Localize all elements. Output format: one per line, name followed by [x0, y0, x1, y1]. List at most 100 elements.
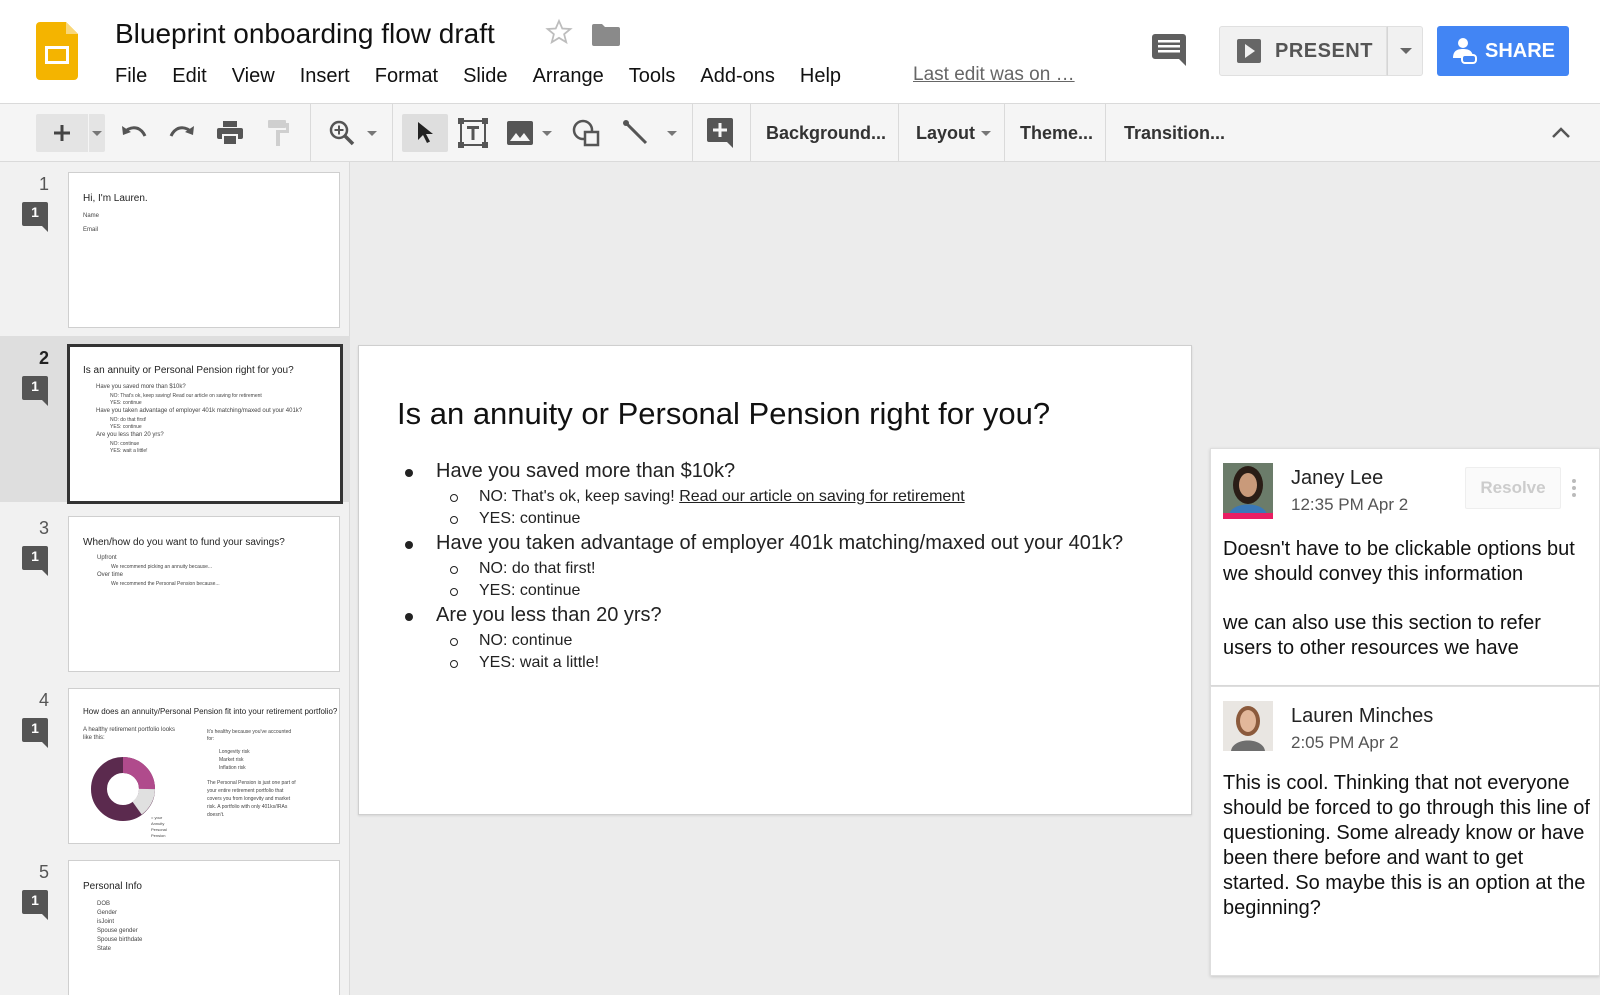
- slide-answer[interactable]: NO: continue: [449, 632, 572, 650]
- comment-count: 1: [31, 892, 39, 908]
- star-icon[interactable]: [545, 18, 573, 46]
- transition-button[interactable]: Transition...: [1124, 104, 1225, 162]
- background-button[interactable]: Background...: [766, 104, 886, 162]
- zoom-dropdown[interactable]: [364, 114, 380, 152]
- slide-thumbnail[interactable]: Is an annuity or Personal Pension right …: [67, 344, 343, 504]
- thumb-line: NO: That's ok, keep saving! Read our art…: [110, 393, 262, 399]
- slide-comment-badge[interactable]: 1: [22, 202, 48, 232]
- last-edit-link[interactable]: Last edit was on …: [913, 64, 1075, 86]
- slide-question[interactable]: Are you less than 20 yrs?: [405, 604, 662, 627]
- slide-answer[interactable]: YES: wait a little!: [449, 654, 599, 672]
- slide-thumbnail-row[interactable]: 2 1 Is an annuity or Personal Pension ri…: [0, 336, 350, 504]
- print-button[interactable]: [212, 114, 248, 152]
- undo-button[interactable]: [116, 114, 152, 152]
- thumb-line: Have you saved more than $10k?: [96, 384, 186, 390]
- thumb-line: Over time: [97, 572, 124, 578]
- thumb-line: Upfront: [97, 555, 117, 561]
- slide-thumbnail[interactable]: When/how do you want to fund your saving…: [68, 516, 340, 672]
- slide-thumbnail[interactable]: Personal Info DOB Gender isJoint Spouse …: [68, 860, 340, 995]
- slide-comment-badge[interactable]: 1: [22, 890, 48, 920]
- slide-thumbnail-row[interactable]: 1 1 Hi, I'm Lauren. Name Email: [0, 162, 350, 328]
- layout-button[interactable]: Layout: [916, 104, 992, 162]
- zoom-button[interactable]: [324, 114, 360, 152]
- text-box-icon: [458, 118, 488, 148]
- share-button[interactable]: SHARE: [1437, 26, 1569, 76]
- thumb-line: We recommend picking an annuity because.…: [111, 564, 213, 570]
- redo-icon: [169, 126, 194, 137]
- collapse-toolbar-button[interactable]: [1546, 114, 1576, 152]
- slide-answer[interactable]: NO: That's ok, keep saving! Read our art…: [450, 488, 965, 506]
- menu-tools[interactable]: Tools: [629, 65, 676, 88]
- comment-card[interactable]: Janey Lee 12:35 PM Apr 2 Resolve Doesn't…: [1210, 448, 1600, 686]
- present-button[interactable]: PRESENT: [1219, 26, 1387, 76]
- shape-icon: [572, 119, 600, 147]
- menu-arrange[interactable]: Arrange: [533, 65, 604, 88]
- thumb-line: Inflation risk: [219, 765, 246, 771]
- thumb-line: Are you less than 20 yrs?: [96, 432, 164, 438]
- slide-thumbnail[interactable]: Hi, I'm Lauren. Name Email: [68, 172, 340, 328]
- select-tool-button[interactable]: [402, 114, 448, 152]
- theme-button[interactable]: Theme...: [1020, 104, 1093, 162]
- comment-body: Doesn't have to be clickable options but…: [1223, 538, 1575, 585]
- current-slide[interactable]: Is an annuity or Personal Pension right …: [358, 345, 1192, 815]
- slide-number: 2: [38, 348, 49, 368]
- thumb-line: doesn't.: [207, 812, 225, 818]
- thumb-line: for:: [207, 736, 215, 742]
- chevron-down-icon: [1400, 48, 1412, 54]
- thumb-title: When/how do you want to fund your saving…: [83, 537, 285, 548]
- shape-button[interactable]: [568, 114, 604, 152]
- line-dropdown[interactable]: [664, 114, 680, 152]
- retirement-article-link[interactable]: Read our article on saving for retiremen…: [679, 488, 964, 505]
- comment-card[interactable]: Lauren Minches 2:05 PM Apr 2 This is coo…: [1210, 686, 1600, 976]
- chevron-down-icon: [542, 130, 552, 136]
- thumb-line: = your: [151, 815, 163, 820]
- comment-author: Lauren Minches: [1291, 705, 1434, 727]
- menu-bar: File Edit View Insert Format Slide Arran…: [115, 62, 866, 90]
- thumb-line: isJoint: [97, 919, 115, 925]
- undo-icon: [122, 126, 147, 137]
- slide-number: 3: [38, 518, 49, 538]
- slide-thumbnail[interactable]: How does an annuity/Personal Pension fit…: [68, 688, 340, 844]
- slide-answer[interactable]: YES: continue: [449, 582, 580, 600]
- menu-file[interactable]: File: [115, 65, 147, 88]
- menu-slide[interactable]: Slide: [463, 65, 507, 88]
- new-slide-layout-dropdown[interactable]: [89, 114, 105, 152]
- slide-comment-badge[interactable]: 1: [22, 718, 48, 748]
- new-slide-button[interactable]: [36, 114, 88, 152]
- slide-answer[interactable]: NO: do that first!: [449, 560, 595, 578]
- comments-icon[interactable]: [1152, 34, 1186, 66]
- line-icon: [623, 120, 648, 145]
- redo-button[interactable]: [164, 114, 200, 152]
- resolve-button[interactable]: Resolve: [1465, 467, 1561, 509]
- folder-icon[interactable]: [592, 24, 620, 46]
- line-button[interactable]: [618, 114, 654, 152]
- text-box-button[interactable]: [455, 114, 491, 152]
- slide-thumbnail-row[interactable]: 5 1 Personal Info DOB Gender isJoint Spo…: [0, 850, 350, 995]
- menu-edit[interactable]: Edit: [172, 65, 206, 88]
- slide-comment-badge[interactable]: 1: [22, 376, 48, 406]
- comment-count: 1: [31, 720, 39, 736]
- slides-logo-icon[interactable]: [36, 22, 78, 80]
- document-title[interactable]: Blueprint onboarding flow draft: [115, 18, 495, 50]
- menu-addons[interactable]: Add-ons: [700, 65, 775, 88]
- app-header: Blueprint onboarding flow draft File Edi…: [0, 0, 1600, 104]
- more-options-icon[interactable]: [1571, 479, 1577, 501]
- slide-thumbnail-row[interactable]: 3 1 When/how do you want to fund your sa…: [0, 506, 350, 672]
- slide-question[interactable]: Have you taken advantage of employer 401…: [404, 532, 1123, 555]
- print-icon: [217, 121, 243, 145]
- present-options-dropdown[interactable]: [1387, 26, 1423, 76]
- slide-thumbnail-row[interactable]: 4 1 How does an annuity/Personal Pension…: [0, 678, 350, 844]
- menu-insert[interactable]: Insert: [300, 65, 350, 88]
- slide-title[interactable]: Is an annuity or Personal Pension right …: [397, 396, 1050, 432]
- thumb-line: Annuity: [151, 821, 165, 826]
- menu-format[interactable]: Format: [375, 65, 438, 88]
- menu-help[interactable]: Help: [800, 65, 841, 88]
- slide-answer[interactable]: YES: continue: [449, 510, 580, 528]
- image-dropdown[interactable]: [539, 114, 555, 152]
- add-comment-button[interactable]: [702, 114, 738, 152]
- slide-comment-badge[interactable]: 1: [22, 546, 48, 576]
- slide-question[interactable]: Have you saved more than $10k?: [404, 460, 735, 483]
- menu-view[interactable]: View: [232, 65, 275, 88]
- paint-format-button[interactable]: [260, 114, 296, 152]
- insert-image-button[interactable]: [502, 114, 538, 152]
